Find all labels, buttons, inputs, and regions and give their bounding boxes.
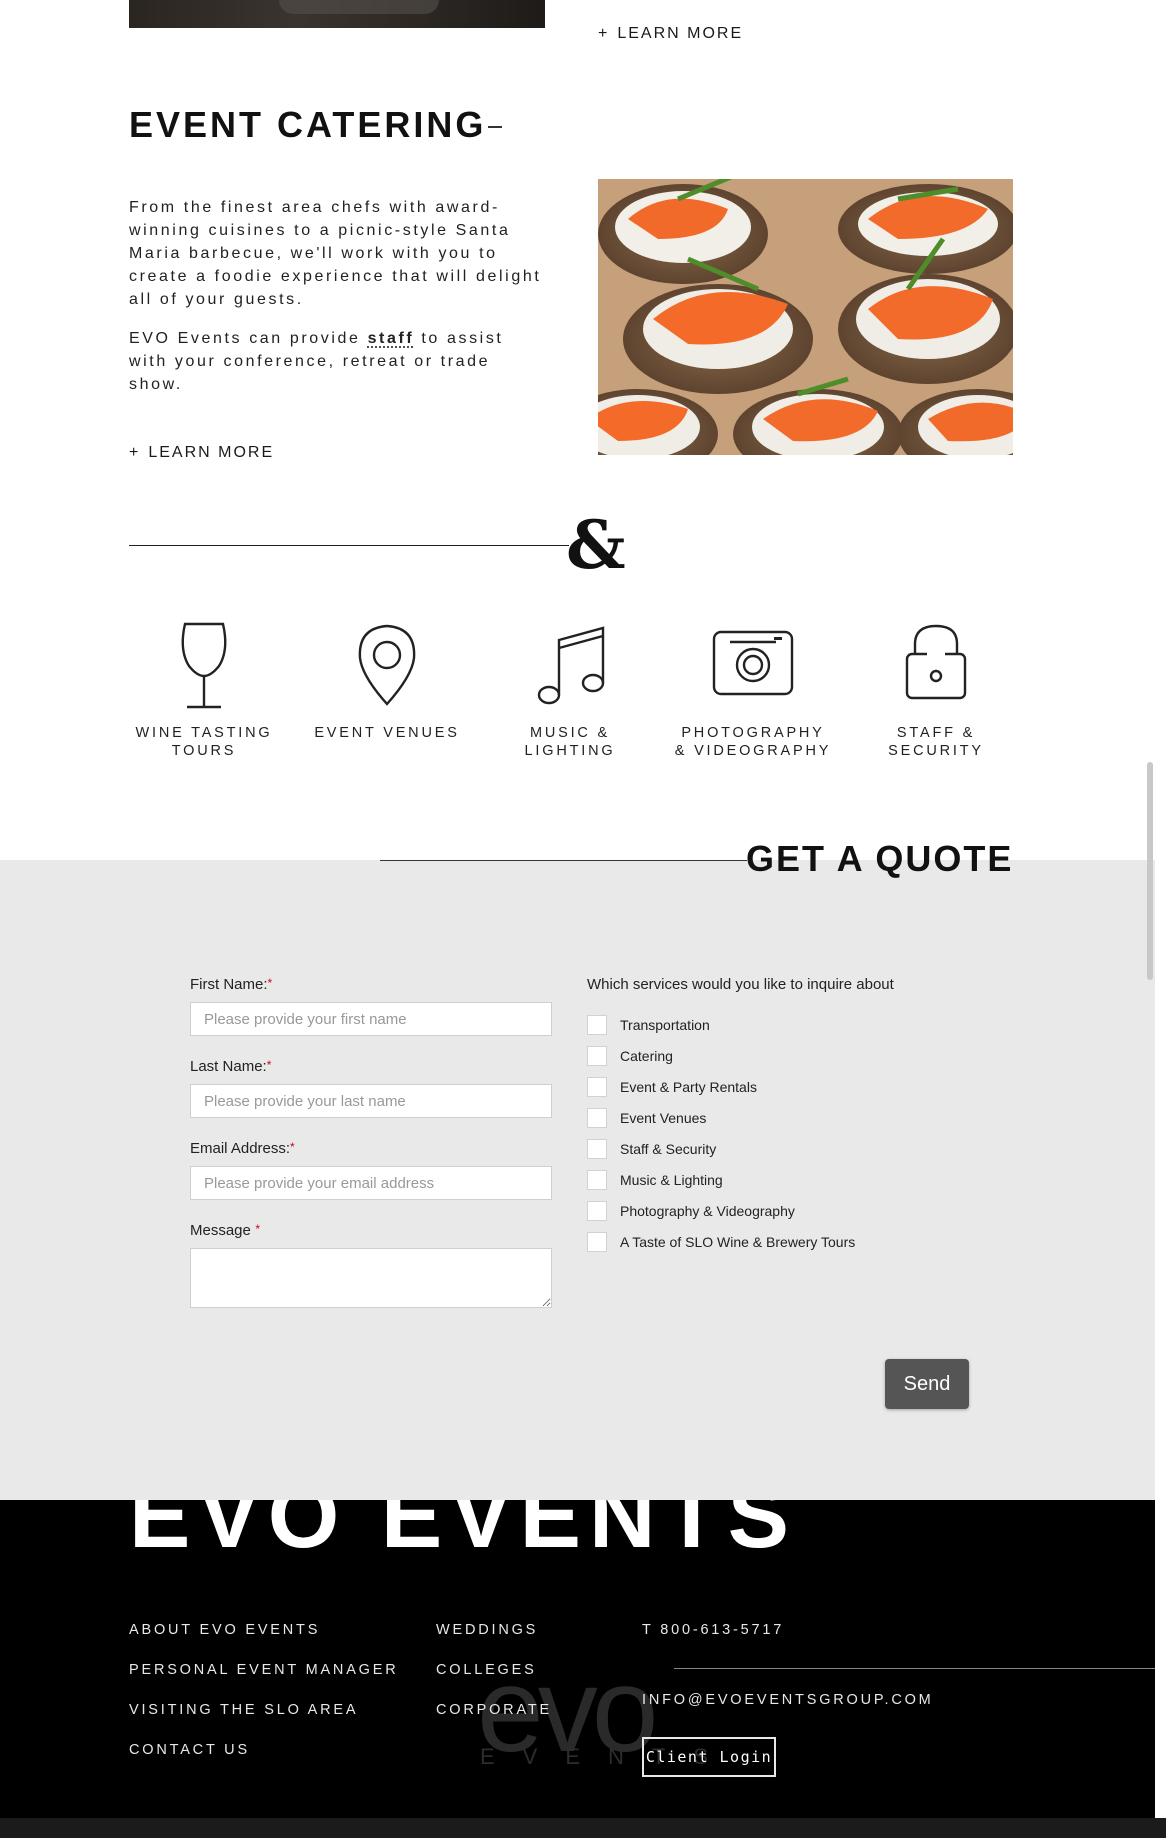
checkbox[interactable] (587, 1077, 607, 1097)
service-photography[interactable]: PHOTOGRAPHY & VIDEOGRAPHY (673, 620, 833, 760)
service-option-transportation[interactable]: Transportation (587, 1015, 710, 1035)
email-input[interactable] (190, 1166, 552, 1200)
footer-brand-heading: EVO EVENTS (129, 1500, 797, 1567)
message-textarea[interactable] (190, 1248, 552, 1308)
footer-phone[interactable]: T 800-613-5717 (642, 1622, 784, 1638)
last-name-label: Last Name:* (190, 1058, 272, 1075)
catering-paragraph-1: From the finest area chefs with award-wi… (129, 199, 542, 308)
map-pin-icon (358, 624, 416, 706)
checkbox[interactable] (587, 1015, 607, 1035)
footer-email[interactable]: INFO@EVOEVENTSGROUP.COM (642, 1692, 934, 1708)
client-login-button[interactable]: Client Login (642, 1737, 776, 1777)
catering-photo (598, 179, 1013, 455)
quote-divider-line (380, 860, 747, 861)
last-name-input[interactable] (190, 1084, 552, 1118)
footer-link-about[interactable]: ABOUT EVO EVENTS (129, 1622, 320, 1638)
service-option-music-lighting[interactable]: Music & Lighting (587, 1170, 723, 1190)
camera-icon (712, 630, 794, 696)
service-option-event-venues[interactable]: Event Venues (587, 1108, 706, 1128)
service-option-staff-security[interactable]: Staff & Security (587, 1139, 716, 1159)
quote-title: GET A QUOTE (746, 838, 1014, 879)
title-dash (488, 126, 503, 129)
learn-more-link-previous[interactable]: + LEARN MORE (598, 25, 743, 43)
service-option-event-party-rentals[interactable]: Event & Party Rentals (587, 1077, 757, 1097)
message-label: Message * (190, 1222, 260, 1239)
service-wine-tasting[interactable]: WINE TASTING TOURS (124, 620, 284, 760)
service-option-catering[interactable]: Catering (587, 1046, 673, 1066)
ampersand-glyph: & (566, 506, 626, 584)
send-button[interactable]: Send (885, 1359, 969, 1409)
checkbox[interactable] (587, 1232, 607, 1252)
service-event-venues[interactable]: EVENT VENUES (307, 620, 467, 742)
previous-section-image (129, 0, 545, 28)
footer-link-colleges[interactable]: COLLEGES (436, 1662, 537, 1678)
service-staff-security[interactable]: STAFF & SECURITY (856, 620, 1016, 760)
email-label: Email Address:* (190, 1140, 295, 1157)
checkbox[interactable] (587, 1046, 607, 1066)
staff-link[interactable]: staff (368, 330, 415, 347)
footer-link-weddings[interactable]: WEDDINGS (436, 1622, 538, 1638)
wine-glass-icon (181, 622, 227, 709)
footer-divider (674, 1668, 1155, 1669)
catering-paragraph-2: EVO Events can provide staff to assist w… (129, 330, 504, 393)
page-scrollbar-thumb[interactable] (1147, 762, 1153, 980)
learn-more-link-catering[interactable]: + LEARN MORE (129, 444, 274, 462)
footer-bottom-bar (0, 1818, 1166, 1838)
footer-link-corporate[interactable]: CORPORATE (436, 1702, 552, 1718)
section-title-event-catering: EVENT CATERING (129, 104, 503, 146)
lock-icon (905, 624, 967, 700)
services-question-label: Which services would you like to inquire… (587, 976, 894, 993)
service-music-lighting[interactable]: MUSIC & LIGHTING (490, 620, 650, 760)
first-name-input[interactable] (190, 1002, 552, 1036)
quote-section-background (0, 860, 1155, 1500)
ampersand-divider-line (129, 545, 569, 546)
music-note-icon (537, 626, 605, 705)
salmon-canapes-illustration (598, 179, 1013, 455)
footer-link-visiting-slo[interactable]: VISITING THE SLO AREA (129, 1702, 358, 1718)
footer-link-personal-event-manager[interactable]: PERSONAL EVENT MANAGER (129, 1662, 399, 1678)
checkbox[interactable] (587, 1108, 607, 1128)
checkbox[interactable] (587, 1170, 607, 1190)
checkbox[interactable] (587, 1201, 607, 1221)
checkbox[interactable] (587, 1139, 607, 1159)
service-option-wine-brewery-tours[interactable]: A Taste of SLO Wine & Brewery Tours (587, 1232, 855, 1252)
footer-link-contact[interactable]: CONTACT US (129, 1742, 250, 1758)
service-option-photography-videography[interactable]: Photography & Videography (587, 1201, 795, 1221)
first-name-label: First Name:* (190, 976, 273, 993)
footer-brand-clip: EVO EVENTS (0, 1500, 1155, 1610)
